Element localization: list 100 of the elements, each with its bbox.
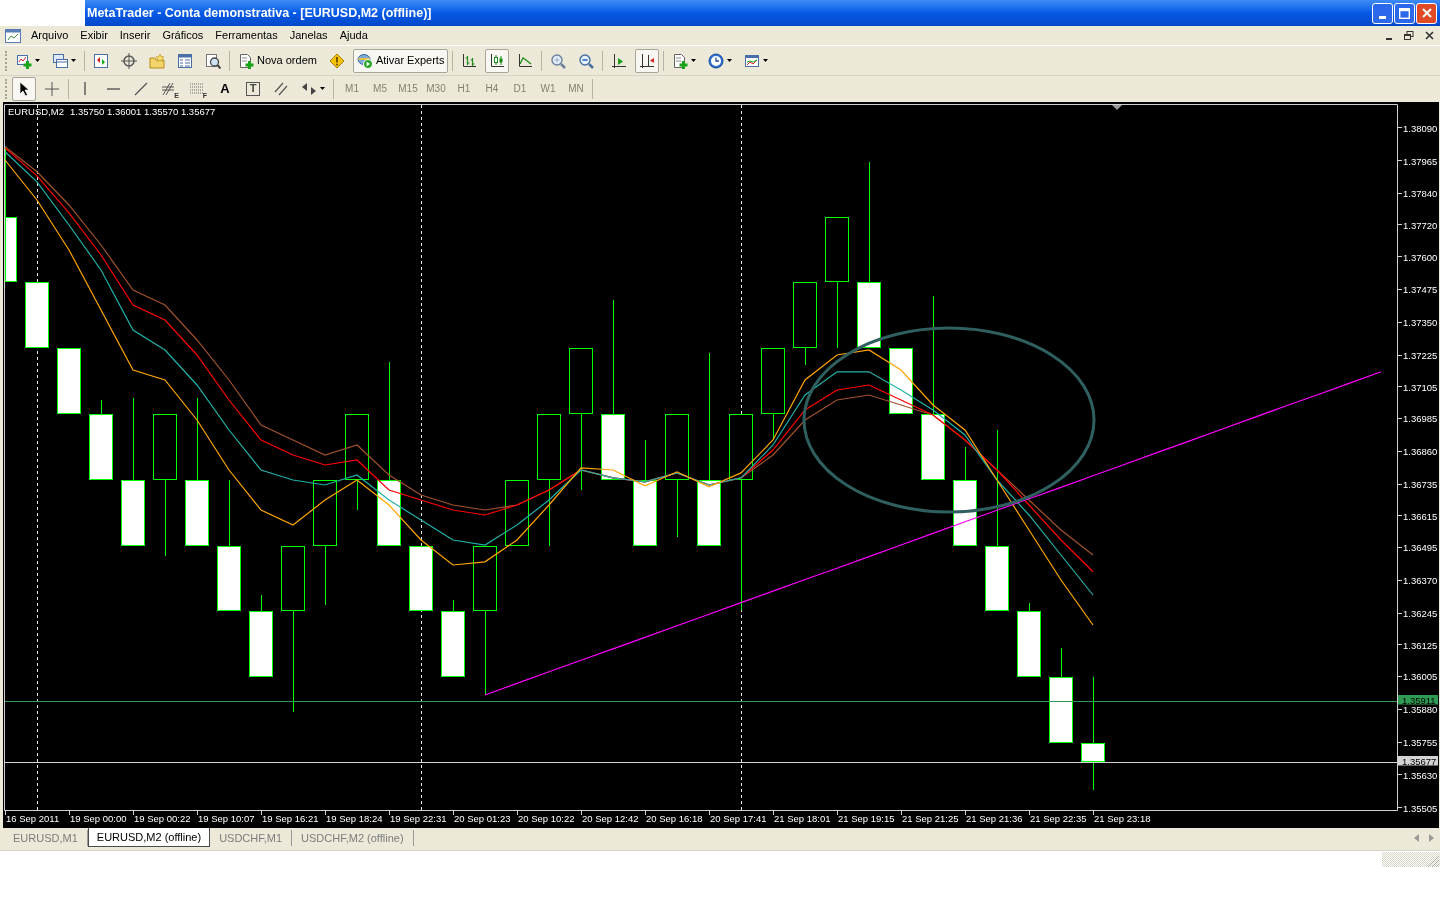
maximize-button[interactable] xyxy=(1394,2,1415,24)
menu-item[interactable]: Gráficos xyxy=(156,27,210,44)
resize-grip-icon[interactable] xyxy=(1382,852,1440,867)
candlestick-button[interactable] xyxy=(485,48,510,73)
text-button[interactable]: A xyxy=(213,76,237,101)
diagonal-line-icon xyxy=(133,80,149,97)
cursor-button[interactable] xyxy=(12,76,36,101)
document-plus-icon xyxy=(672,52,689,69)
bearish-candle xyxy=(25,282,49,348)
time-label: 16 Sep 2011 xyxy=(6,813,60,824)
price-label: 1.37600 xyxy=(1403,251,1438,263)
maximize-icon xyxy=(1399,7,1410,19)
toolbar-grip[interactable] xyxy=(5,78,8,99)
time-label: 19 Sep 18:24 xyxy=(326,813,383,824)
menu-item[interactable]: Arquivo xyxy=(25,27,75,44)
caret-icon xyxy=(71,59,76,62)
toolbar-button[interactable] xyxy=(635,48,660,73)
clock-icon xyxy=(708,52,725,69)
windows-icon xyxy=(52,52,68,69)
price-label: 1.35630 xyxy=(1403,769,1438,781)
close-icon xyxy=(1421,8,1432,18)
price-label: 1.36125 xyxy=(1403,639,1438,651)
crosshair-icon xyxy=(44,80,60,97)
time-label: 20 Sep 01:23 xyxy=(454,813,511,824)
chart-symbol: EURUSD,M2 xyxy=(8,106,64,117)
experts-button[interactable]: Ativar Experts xyxy=(352,48,449,73)
axis-play-icon xyxy=(611,52,628,69)
price-label: 1.35880 xyxy=(1403,704,1438,716)
crosshair-icon xyxy=(121,52,137,69)
ohlc-values: 1.35750 1.36001 1.35570 1.35677 xyxy=(70,106,216,117)
time-label: 19 Sep 16:21 xyxy=(262,813,319,824)
minimize-icon xyxy=(1386,37,1392,40)
time-label: 21 Sep 23:18 xyxy=(1094,813,1151,824)
time-label: 20 Sep 17:41 xyxy=(710,813,767,824)
chart-window-icon[interactable] xyxy=(5,28,21,43)
line-chart-icon xyxy=(517,52,534,69)
hat-play-icon xyxy=(356,52,373,69)
bar-chart-icon xyxy=(461,52,478,69)
chart-plus-icon xyxy=(16,52,32,69)
zoom-out-icon xyxy=(578,52,595,69)
menu-item[interactable]: Ajuda xyxy=(333,27,374,44)
time-label: 21 Sep 21:36 xyxy=(966,813,1023,824)
menu-item[interactable]: Exibir xyxy=(74,27,114,44)
menu-item[interactable]: Janelas xyxy=(283,27,334,44)
price-label: 1.37225 xyxy=(1403,350,1438,362)
chart-tab[interactable]: USDCHF,M1 xyxy=(210,830,293,846)
caret-icon xyxy=(727,59,733,62)
magnifier-document-icon xyxy=(205,52,221,69)
parallel-lines-icon xyxy=(273,80,289,97)
price-label: 1.36495 xyxy=(1403,542,1438,554)
toolbar-grip[interactable] xyxy=(5,50,8,71)
time-label: 20 Sep 10:22 xyxy=(518,813,575,824)
price-label: 1.36735 xyxy=(1403,479,1438,491)
price-label: 1.36860 xyxy=(1403,446,1438,458)
price-label: 1.37720 xyxy=(1403,219,1438,231)
price-label: 1.37965 xyxy=(1403,155,1438,167)
time-label: 19 Sep 10:07 xyxy=(198,813,255,824)
time-label: 20 Sep 16:18 xyxy=(646,813,703,824)
arrows-window-icon xyxy=(93,52,109,69)
price-label: 1.37350 xyxy=(1403,317,1438,329)
axis-arrow-icon xyxy=(639,52,656,69)
menu-item[interactable]: Inserir xyxy=(113,27,157,44)
chart-tab[interactable]: USDCHF,M2 (offline) xyxy=(292,830,414,846)
new-order-button[interactable]: Nova ordem xyxy=(234,48,321,73)
warning-diamond-icon xyxy=(328,52,345,69)
price-label: 1.35755 xyxy=(1403,737,1438,749)
time-label: 21 Sep 21:25 xyxy=(902,813,959,824)
bearish-candle xyxy=(409,546,433,611)
minimize-icon xyxy=(1379,15,1386,19)
price-label: 1.36615 xyxy=(1403,510,1438,522)
price-label: 1.35505 xyxy=(1403,802,1438,814)
restore-icon xyxy=(1404,31,1414,40)
minimize-button[interactable] xyxy=(1372,2,1393,24)
arrows-icon xyxy=(301,80,317,97)
zoom-in-icon xyxy=(550,52,567,69)
label-button[interactable]: T xyxy=(241,76,265,101)
price-tag: 1.35677 xyxy=(1398,755,1438,767)
time-label: 19 Sep 00:00 xyxy=(70,813,127,824)
chart-tab[interactable]: EURUSD,M2 (offline) xyxy=(87,828,211,847)
close-button[interactable] xyxy=(1416,2,1437,24)
document-plus-icon xyxy=(238,52,254,69)
hatched-lines-icon xyxy=(161,80,177,97)
menu-item[interactable]: Ferramentas xyxy=(209,27,284,44)
time-label: 21 Sep 19:15 xyxy=(838,813,895,824)
time-label: 21 Sep 22:35 xyxy=(1030,813,1087,824)
price-label: 1.37105 xyxy=(1403,381,1438,393)
price-label: 1.36245 xyxy=(1403,608,1438,620)
caret-icon xyxy=(691,59,697,62)
price-tag: 1.35911 xyxy=(1398,694,1438,706)
window-title: MetaTrader - Conta demonstrativa - [EURUSD,M2 (offline)] xyxy=(87,4,432,22)
star-folder-icon xyxy=(149,52,165,69)
caret-icon xyxy=(35,59,40,62)
list-window-icon xyxy=(177,52,193,69)
price-label: 1.36005 xyxy=(1403,671,1438,683)
price-label: 1.36370 xyxy=(1403,575,1438,587)
child-restore-button[interactable] xyxy=(1401,28,1417,43)
chart-window-icon xyxy=(744,52,761,69)
time-label: 20 Sep 12:42 xyxy=(582,813,639,824)
shift-marker-icon[interactable] xyxy=(1112,105,1122,110)
chart-tab[interactable]: EURUSD,M1 xyxy=(4,830,88,846)
